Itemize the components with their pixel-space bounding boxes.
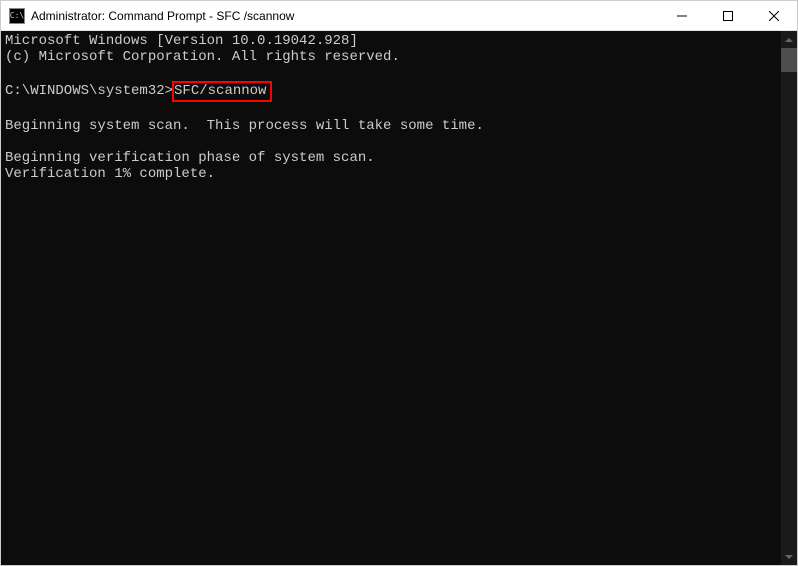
output-line: Microsoft Windows [Version 10.0.19042.92…: [5, 33, 358, 49]
terminal-output[interactable]: Microsoft Windows [Version 10.0.19042.92…: [1, 31, 781, 565]
maximize-button[interactable]: [705, 1, 751, 30]
window-controls: [659, 1, 797, 30]
command-highlight: SFC/scannow: [172, 81, 272, 102]
cmd-icon: C:\: [9, 8, 25, 24]
output-line: (c) Microsoft Corporation. All rights re…: [5, 49, 400, 65]
output-line: Verification 1% complete.: [5, 166, 215, 182]
close-button[interactable]: [751, 1, 797, 30]
maximize-icon: [723, 11, 733, 21]
minimize-button[interactable]: [659, 1, 705, 30]
output-line: Beginning system scan. This process will…: [5, 118, 484, 134]
scroll-down-button[interactable]: [781, 548, 797, 565]
terminal-wrapper: Microsoft Windows [Version 10.0.19042.92…: [1, 31, 797, 565]
scroll-thumb[interactable]: [781, 48, 797, 72]
minimize-icon: [677, 11, 687, 21]
scrollbar[interactable]: [781, 31, 797, 565]
command-text: SFC/scannow: [174, 83, 266, 99]
scroll-up-button[interactable]: [781, 31, 797, 48]
window-title: Administrator: Command Prompt - SFC /sca…: [31, 9, 659, 23]
titlebar[interactable]: C:\ Administrator: Command Prompt - SFC …: [1, 1, 797, 31]
chevron-down-icon: [785, 555, 793, 559]
prompt-prefix: C:\WINDOWS\system32>: [5, 83, 173, 99]
close-icon: [769, 11, 779, 21]
output-line: Beginning verification phase of system s…: [5, 150, 375, 166]
chevron-up-icon: [785, 38, 793, 42]
